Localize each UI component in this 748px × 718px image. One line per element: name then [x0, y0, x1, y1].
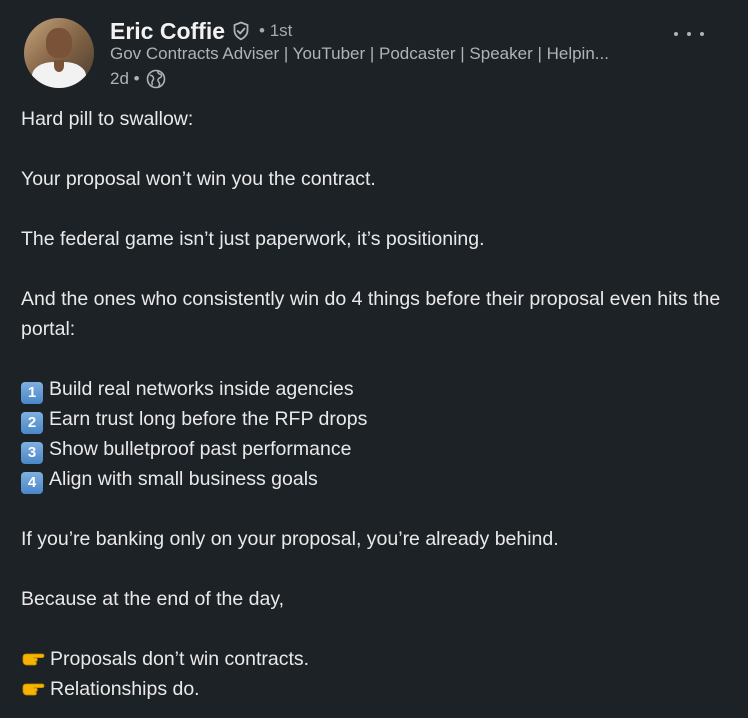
post-paragraph: Because at the end of the day, [21, 588, 285, 610]
author-headline: Gov Contracts Adviser | YouTuber | Podca… [110, 44, 609, 63]
keycap-number-icon: 3 [21, 442, 43, 464]
post-body: Hard pill to swallow: Your proposal won’… [21, 104, 736, 704]
post-paragraph: Hard pill to swallow: [21, 108, 194, 130]
list-item-text: Build real networks inside agencies [49, 378, 354, 400]
pointing-hand-icon [21, 676, 45, 696]
author-name-row: Eric Coffie • 1st [110, 16, 292, 46]
pointing-hand-icon [21, 646, 45, 666]
keycap-number-icon: 1 [21, 382, 43, 404]
post-header: Eric Coffie • 1st Gov Contracts Adviser … [24, 14, 724, 94]
closing-line: Proposals don’t win contracts. [21, 644, 736, 674]
list-item: 2 Earn trust long before the RFP drops [21, 404, 736, 434]
more-dot [700, 32, 704, 36]
author-name[interactable]: Eric Coffie [110, 18, 225, 45]
post-time: 2d • [110, 69, 140, 88]
list-item-text: Align with small business goals [49, 468, 318, 490]
avatar-head [46, 28, 72, 58]
list-item: 1 Build real networks inside agencies [21, 374, 736, 404]
list-item-text: Show bulletproof past performance [49, 438, 352, 460]
post-paragraph: The federal game isn’t just paperwork, i… [21, 228, 485, 250]
feed-post: Eric Coffie • 1st Gov Contracts Adviser … [0, 0, 748, 718]
keycap-number-icon: 4 [21, 472, 43, 494]
closing-line: Relationships do. [21, 674, 736, 704]
post-paragraph: If you’re banking only on your proposal,… [21, 528, 559, 550]
author-avatar[interactable] [24, 18, 94, 88]
avatar-neck [54, 60, 64, 72]
closing-text: Relationships do. [50, 678, 200, 700]
connection-degree: • 1st [259, 21, 293, 40]
post-paragraph: Your proposal won’t win you the contract… [21, 168, 376, 190]
more-dot [687, 32, 691, 36]
list-item: 4 Align with small business goals [21, 464, 736, 494]
list-item: 3 Show bulletproof past performance [21, 434, 736, 464]
more-options-icon[interactable] [674, 24, 704, 44]
keycap-number-icon: 2 [21, 412, 43, 434]
list-item-text: Earn trust long before the RFP drops [49, 408, 368, 430]
more-dot [674, 32, 678, 36]
verified-badge-icon [231, 21, 251, 41]
post-meta: 2d • [110, 68, 166, 90]
post-paragraph: And the ones who consistently win do 4 t… [21, 288, 721, 340]
closing-text: Proposals don’t win contracts. [50, 648, 310, 670]
globe-icon [146, 69, 166, 89]
